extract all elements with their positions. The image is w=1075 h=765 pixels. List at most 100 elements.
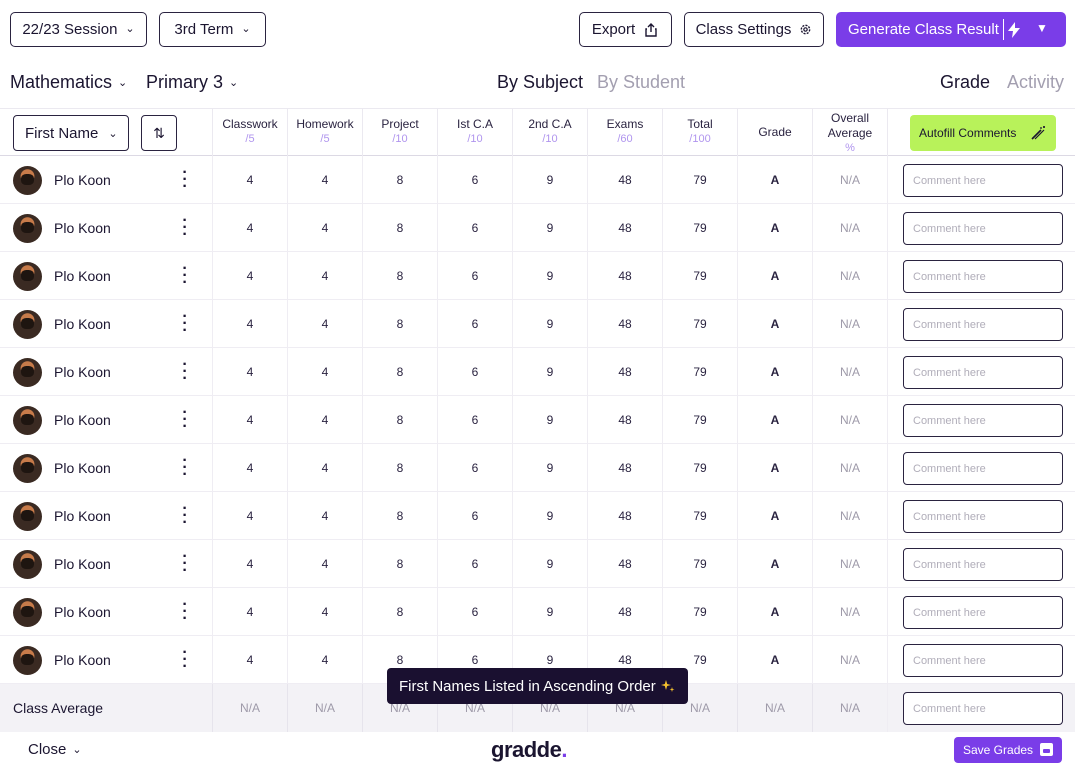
session-dropdown[interactable]: 22/23 Session ⌄ <box>10 12 147 47</box>
score-cell[interactable]: 4 <box>212 252 287 300</box>
comment-input[interactable]: Comment here <box>903 452 1063 485</box>
comment-input[interactable]: Comment here <box>903 356 1063 389</box>
score-cell[interactable]: 6 <box>437 396 512 444</box>
score-cell[interactable]: 4 <box>287 540 362 588</box>
more-options-icon[interactable]: · · · <box>180 405 190 435</box>
autofill-comments-button[interactable]: Autofill Comments <box>910 115 1056 151</box>
score-cell[interactable]: 48 <box>587 444 662 492</box>
score-cell[interactable]: 9 <box>512 156 587 204</box>
score-cell[interactable]: 9 <box>512 252 587 300</box>
score-cell[interactable]: 8 <box>362 348 437 396</box>
generate-class-result-button[interactable]: Generate Class Result ▼ <box>836 12 1066 47</box>
sort-field-dropdown[interactable]: First Name ⌄ <box>13 115 129 151</box>
score-cell[interactable]: 8 <box>362 396 437 444</box>
close-button[interactable]: Close ⌄ <box>28 741 82 758</box>
more-options-icon[interactable]: · · · <box>180 357 190 387</box>
comment-input[interactable]: Comment here <box>903 692 1063 725</box>
score-cell[interactable]: 4 <box>287 588 362 636</box>
score-cell[interactable]: 48 <box>587 300 662 348</box>
score-cell[interactable]: 8 <box>362 540 437 588</box>
score-cell[interactable]: 4 <box>212 396 287 444</box>
comment-input[interactable]: Comment here <box>903 260 1063 293</box>
tab-by-subject[interactable]: By Subject <box>497 72 583 93</box>
score-cell[interactable]: 8 <box>362 300 437 348</box>
score-cell[interactable]: 48 <box>587 396 662 444</box>
comment-input[interactable]: Comment here <box>903 596 1063 629</box>
score-cell[interactable]: 6 <box>437 252 512 300</box>
score-cell[interactable]: 9 <box>512 204 587 252</box>
score-cell[interactable]: 6 <box>437 204 512 252</box>
score-cell[interactable]: 48 <box>587 540 662 588</box>
score-cell[interactable]: 4 <box>212 204 287 252</box>
score-cell[interactable]: 4 <box>287 492 362 540</box>
subject-dropdown[interactable]: Mathematics ⌄ <box>10 72 127 93</box>
score-cell[interactable]: 4 <box>287 204 362 252</box>
comment-input[interactable]: Comment here <box>903 308 1063 341</box>
score-cell[interactable]: 4 <box>287 348 362 396</box>
score-cell[interactable]: 8 <box>362 588 437 636</box>
score-cell[interactable]: 4 <box>212 348 287 396</box>
score-cell[interactable]: 6 <box>437 348 512 396</box>
score-cell[interactable]: 6 <box>437 492 512 540</box>
more-options-icon[interactable]: · · · <box>180 645 190 675</box>
comment-input[interactable]: Comment here <box>903 164 1063 197</box>
more-options-icon[interactable]: · · · <box>180 309 190 339</box>
score-cell[interactable]: 4 <box>212 444 287 492</box>
score-cell[interactable]: 9 <box>512 300 587 348</box>
score-cell[interactable]: 4 <box>212 492 287 540</box>
tab-grade[interactable]: Grade <box>940 72 990 93</box>
caret-down-icon[interactable]: ▼ <box>1036 21 1048 35</box>
score-cell[interactable]: 8 <box>362 444 437 492</box>
class-dropdown[interactable]: Primary 3 ⌄ <box>146 72 238 93</box>
score-cell[interactable]: 9 <box>512 540 587 588</box>
sort-order-button[interactable]: ⇅ <box>141 115 177 151</box>
score-cell[interactable]: 8 <box>362 156 437 204</box>
more-options-icon[interactable]: · · · <box>180 261 190 291</box>
score-cell[interactable]: 8 <box>362 492 437 540</box>
more-options-icon[interactable]: · · · <box>180 549 190 579</box>
score-cell[interactable]: 4 <box>287 444 362 492</box>
score-cell[interactable]: 9 <box>512 396 587 444</box>
comment-input[interactable]: Comment here <box>903 404 1063 437</box>
score-cell[interactable]: 4 <box>287 300 362 348</box>
score-cell[interactable]: 9 <box>512 444 587 492</box>
score-cell[interactable]: 48 <box>587 204 662 252</box>
comment-input[interactable]: Comment here <box>903 644 1063 677</box>
score-cell[interactable]: 9 <box>512 588 587 636</box>
score-cell[interactable]: 6 <box>437 156 512 204</box>
more-options-icon[interactable]: · · · <box>180 453 190 483</box>
score-cell[interactable]: 4 <box>287 636 362 684</box>
score-cell[interactable]: 4 <box>212 588 287 636</box>
more-options-icon[interactable]: · · · <box>180 501 190 531</box>
more-options-icon[interactable]: · · · <box>180 597 190 627</box>
more-options-icon[interactable]: · · · <box>180 165 190 195</box>
tab-by-student[interactable]: By Student <box>597 72 685 93</box>
save-grades-button[interactable]: Save Grades <box>954 737 1062 763</box>
comment-input[interactable]: Comment here <box>903 212 1063 245</box>
score-cell[interactable]: 4 <box>212 636 287 684</box>
score-cell[interactable]: 48 <box>587 348 662 396</box>
comment-input[interactable]: Comment here <box>903 548 1063 581</box>
score-cell[interactable]: 6 <box>437 444 512 492</box>
score-cell[interactable]: 4 <box>212 156 287 204</box>
score-cell[interactable]: 6 <box>437 300 512 348</box>
score-cell[interactable]: 4 <box>212 300 287 348</box>
score-cell[interactable]: 9 <box>512 348 587 396</box>
score-cell[interactable]: 9 <box>512 492 587 540</box>
score-cell[interactable]: 4 <box>287 156 362 204</box>
score-cell[interactable]: 8 <box>362 252 437 300</box>
term-dropdown[interactable]: 3rd Term ⌄ <box>159 12 266 47</box>
tab-activity[interactable]: Activity <box>1007 72 1064 93</box>
score-cell[interactable]: 4 <box>212 540 287 588</box>
score-cell[interactable]: 6 <box>437 588 512 636</box>
comment-input[interactable]: Comment here <box>903 500 1063 533</box>
score-cell[interactable]: 8 <box>362 204 437 252</box>
score-cell[interactable]: 6 <box>437 540 512 588</box>
score-cell[interactable]: 48 <box>587 156 662 204</box>
score-cell[interactable]: 48 <box>587 492 662 540</box>
score-cell[interactable]: 4 <box>287 396 362 444</box>
score-cell[interactable]: 48 <box>587 252 662 300</box>
class-settings-button[interactable]: Class Settings <box>684 12 824 47</box>
export-button[interactable]: Export <box>579 12 672 47</box>
score-cell[interactable]: 48 <box>587 588 662 636</box>
